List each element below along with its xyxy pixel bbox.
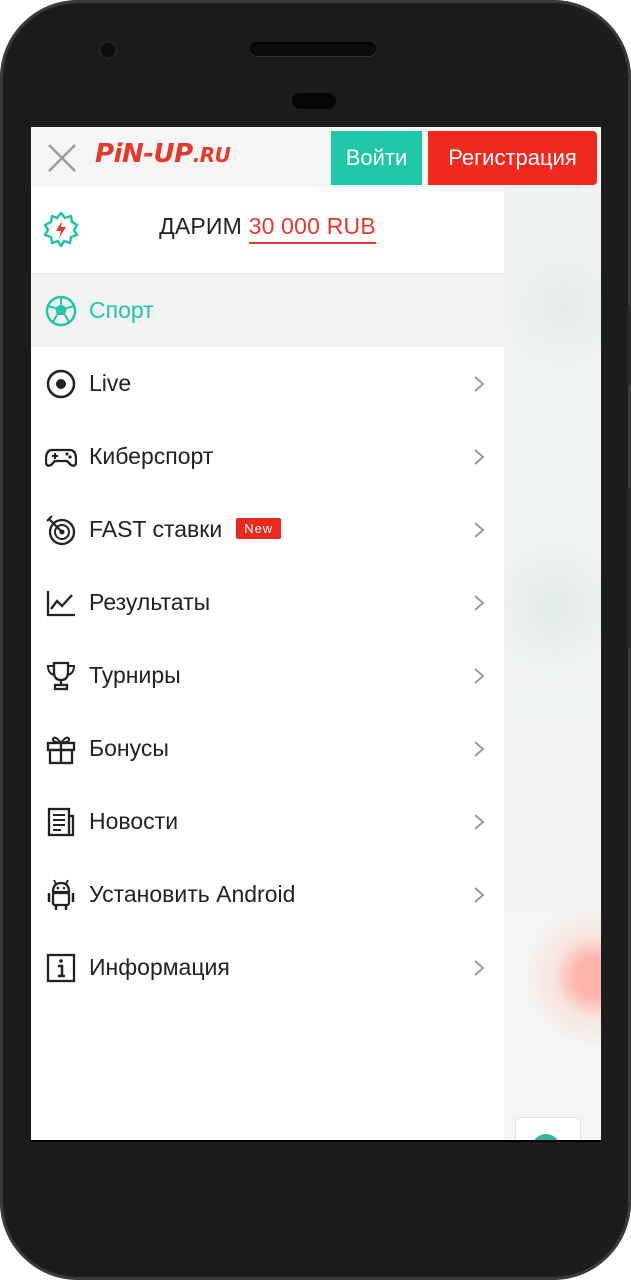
power-button bbox=[627, 488, 631, 648]
live-circle-icon bbox=[45, 368, 77, 400]
volume-button bbox=[627, 305, 631, 385]
menu-item-label: Установить Android bbox=[89, 881, 296, 907]
login-button[interactable]: Войти bbox=[331, 131, 422, 185]
gift-icon bbox=[45, 733, 77, 765]
front-camera bbox=[98, 40, 118, 60]
chevron-right-icon bbox=[469, 374, 489, 394]
menu-item-news[interactable]: Новости bbox=[31, 785, 504, 858]
menu-item-label: FAST ставки New bbox=[89, 516, 282, 543]
logo-main: PiN-UP bbox=[95, 139, 193, 169]
menu-item-install-android[interactable]: Установить Android bbox=[31, 858, 504, 931]
target-icon bbox=[45, 514, 77, 546]
promo-label: ДАРИМ bbox=[159, 213, 243, 239]
menu-item-information[interactable]: Информация bbox=[31, 931, 504, 1004]
chevron-right-icon bbox=[469, 958, 489, 978]
logo-tld: .RU bbox=[192, 143, 231, 167]
chevron-right-icon bbox=[469, 520, 489, 540]
menu-item-label: Live bbox=[89, 370, 132, 396]
menu-item-text: FAST ставки bbox=[89, 516, 223, 542]
chevron-right-icon bbox=[469, 447, 489, 467]
promo-text: ДАРИМ 30 000 RUB bbox=[31, 213, 504, 244]
info-icon bbox=[45, 952, 77, 984]
menu-item-esports[interactable]: Киберспорт bbox=[31, 420, 504, 493]
soccer-ball-icon bbox=[45, 295, 77, 327]
earpiece-speaker bbox=[250, 42, 376, 56]
menu-item-label: Киберспорт bbox=[89, 443, 214, 469]
menu-item-fast-bets[interactable]: FAST ставки New bbox=[31, 493, 504, 566]
close-icon[interactable] bbox=[45, 141, 79, 175]
side-menu: ДАРИМ 30 000 RUB Спорт Live Киберспорт F… bbox=[31, 187, 504, 1140]
chevron-right-icon bbox=[469, 593, 489, 613]
android-icon bbox=[45, 879, 77, 911]
menu-item-tournaments[interactable]: Турниры bbox=[31, 639, 504, 712]
phone-frame: PiN-UP .RU Войти Регистрация ДАРИМ 30 00… bbox=[0, 0, 631, 1280]
proximity-sensor bbox=[292, 93, 336, 109]
menu-item-sport[interactable]: Спорт bbox=[31, 274, 504, 347]
promo-amount[interactable]: 30 000 RUB bbox=[248, 213, 376, 244]
pin-up-logo[interactable]: PiN-UP .RU bbox=[95, 139, 231, 173]
menu-item-label: Турниры bbox=[89, 662, 181, 688]
menu-item-results[interactable]: Результаты bbox=[31, 566, 504, 639]
header-bar: PiN-UP .RU Войти Регистрация bbox=[31, 127, 601, 187]
chevron-right-icon bbox=[469, 739, 489, 759]
register-button[interactable]: Регистрация bbox=[428, 131, 597, 185]
newspaper-icon bbox=[45, 806, 77, 838]
menu-item-live[interactable]: Live bbox=[31, 347, 504, 420]
screen-bottom-edge bbox=[31, 1140, 601, 1142]
menu-item-label: Информация bbox=[89, 954, 230, 980]
chevron-right-icon bbox=[469, 666, 489, 686]
page-backdrop bbox=[504, 187, 601, 1140]
chevron-right-icon bbox=[469, 812, 489, 832]
trophy-icon bbox=[45, 660, 77, 692]
menu-item-label: Бонусы bbox=[89, 735, 169, 761]
chart-line-icon bbox=[45, 587, 77, 619]
menu-item-label: Результаты bbox=[89, 589, 211, 615]
menu-item-label: Спорт bbox=[89, 297, 154, 323]
menu-item-label: Новости bbox=[89, 808, 179, 834]
screen: PiN-UP .RU Войти Регистрация ДАРИМ 30 00… bbox=[31, 127, 601, 1140]
menu-item-bonuses[interactable]: Бонусы bbox=[31, 712, 504, 785]
gamepad-icon bbox=[45, 441, 77, 473]
new-badge: New bbox=[236, 518, 282, 539]
chat-widget[interactable] bbox=[515, 1117, 581, 1140]
chevron-right-icon bbox=[469, 885, 489, 905]
promo-banner[interactable]: ДАРИМ 30 000 RUB bbox=[31, 187, 504, 274]
